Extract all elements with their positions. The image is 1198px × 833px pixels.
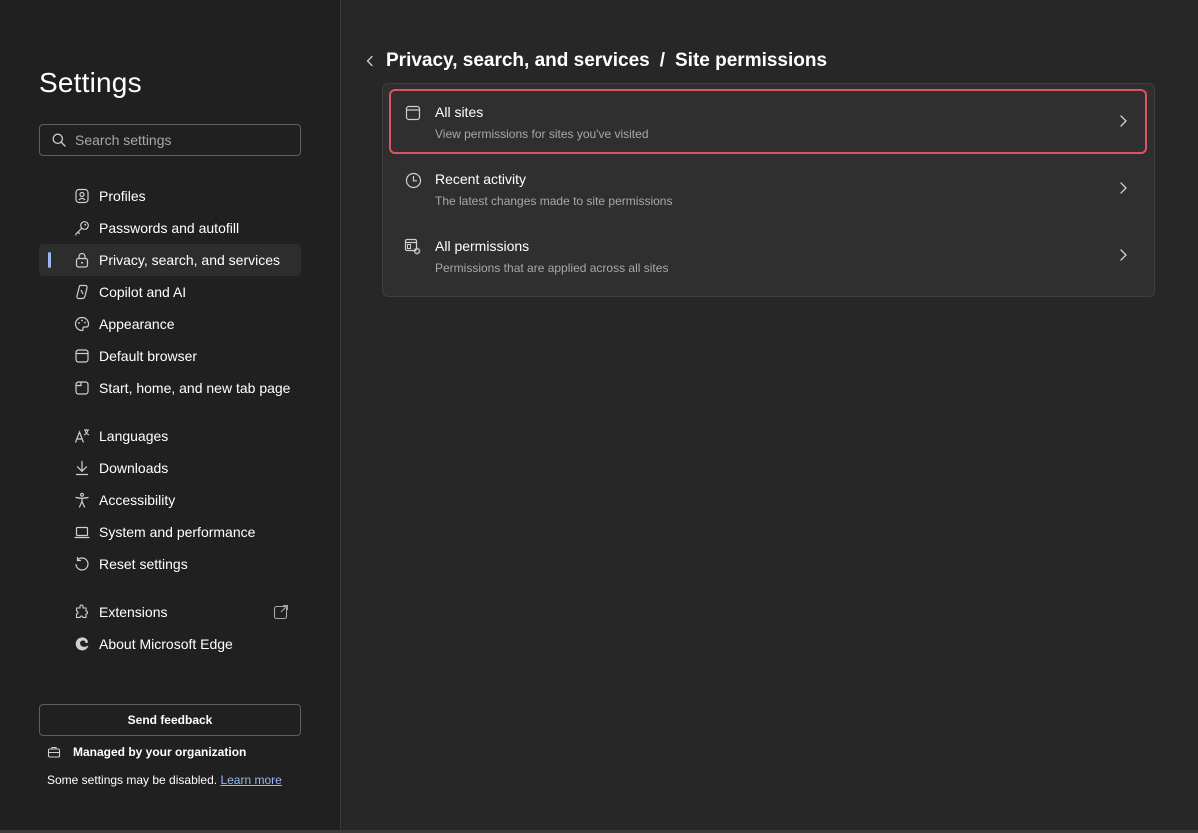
sidebar-item-label: About Microsoft Edge: [99, 636, 233, 652]
row-title: All sites: [435, 104, 484, 120]
copilot-icon: [74, 284, 90, 300]
clock-icon: [404, 171, 422, 189]
sidebar-item-label: Privacy, search, and services: [99, 252, 281, 268]
sidebar-item-about[interactable]: About Microsoft Edge: [39, 628, 301, 660]
site-icon: [404, 104, 422, 122]
back-button[interactable]: [362, 53, 378, 69]
sidebar-item-privacy[interactable]: Privacy, search, and services: [39, 244, 301, 276]
permissions-icon: [404, 238, 422, 256]
row-title: All permissions: [435, 238, 530, 254]
all-permissions-row[interactable]: All permissions Permissions that are app…: [383, 218, 1154, 285]
key-icon: [74, 220, 90, 236]
download-icon: [74, 460, 90, 476]
sidebar-item-label: System and performance: [99, 524, 256, 540]
chevron-right-icon: [1120, 182, 1127, 194]
row-description: View permissions for sites you've visite…: [435, 127, 649, 141]
sidebar-item-passwords[interactable]: Passwords and autofill: [39, 212, 301, 244]
sidebar-nav: Profiles Passwords and autofill Privacy,…: [39, 180, 301, 660]
breadcrumb-parent[interactable]: Privacy, search, and services: [386, 50, 650, 72]
search-box[interactable]: [39, 124, 301, 156]
highlight-outline: [389, 89, 1147, 154]
sidebar-item-label: Default browser: [99, 348, 198, 364]
all-sites-row[interactable]: All sites View permissions for sites you…: [383, 84, 1154, 154]
laptop-icon: [74, 524, 90, 540]
sidebar-item-reset[interactable]: Reset settings: [39, 548, 301, 580]
sidebar-item-downloads[interactable]: Downloads: [39, 452, 301, 484]
sidebar-item-appearance[interactable]: Appearance: [39, 308, 301, 340]
palette-icon: [74, 316, 90, 332]
lock-icon: [74, 252, 90, 268]
sidebar-item-label: Profiles: [99, 188, 146, 204]
sidebar-item-profiles[interactable]: Profiles: [39, 180, 301, 212]
sidebar-item-copilot[interactable]: Copilot and AI: [39, 276, 301, 308]
sidebar-item-label: Start, home, and new tab page: [99, 380, 291, 396]
sidebar-item-label: Appearance: [99, 316, 175, 332]
breadcrumb-separator: /: [659, 50, 665, 71]
sidebar-item-languages[interactable]: Languages: [39, 420, 301, 452]
learn-more-link[interactable]: Learn more: [220, 773, 281, 787]
reset-icon: [74, 556, 90, 572]
accessibility-icon: [74, 492, 90, 508]
sidebar-item-system[interactable]: System and performance: [39, 516, 301, 548]
puzzle-icon: [74, 604, 90, 620]
sidebar-item-label: Accessibility: [99, 492, 176, 508]
chevron-right-icon: [1120, 249, 1127, 261]
managed-notice: Managed by your organization: [47, 745, 246, 759]
search-icon: [51, 132, 67, 148]
home-tab-icon: [74, 380, 90, 396]
breadcrumb: Privacy, search, and services / Site per…: [362, 47, 827, 75]
browser-icon: [74, 348, 90, 364]
managed-label: Managed by your organization: [73, 745, 247, 759]
external-link-icon: [273, 604, 289, 620]
sidebar-item-label: Extensions: [99, 604, 168, 620]
nav-divider: [39, 404, 301, 420]
sidebar: Settings Profiles Passwords and autofill: [0, 0, 341, 830]
languages-icon: [74, 428, 90, 444]
row-description: The latest changes made to site permissi…: [435, 194, 673, 208]
nav-divider: [39, 580, 301, 596]
sidebar-item-accessibility[interactable]: Accessibility: [39, 484, 301, 516]
recent-activity-row[interactable]: Recent activity The latest changes made …: [383, 151, 1154, 218]
disabled-note: Some settings may be disabled. Learn mor…: [47, 773, 282, 787]
chevron-left-icon: [366, 55, 373, 67]
row-description: Permissions that are applied across all …: [435, 261, 669, 275]
send-feedback-button[interactable]: Send feedback: [39, 704, 301, 736]
sidebar-item-start-home[interactable]: Start, home, and new tab page: [39, 372, 301, 404]
sidebar-item-label: Passwords and autofill: [99, 220, 240, 236]
edge-icon: [74, 636, 90, 652]
disabled-note-text: Some settings may be disabled.: [47, 773, 218, 787]
chevron-right-icon: [1120, 115, 1127, 127]
profile-icon: [74, 188, 90, 204]
row-title: Recent activity: [435, 171, 527, 187]
sidebar-item-label: Languages: [99, 428, 169, 444]
sidebar-item-label: Downloads: [99, 460, 169, 476]
settings-window: Settings Profiles Passwords and autofill: [0, 0, 1198, 833]
sidebar-item-extensions[interactable]: Extensions: [39, 596, 301, 628]
page-title: Settings: [39, 67, 142, 98]
sidebar-item-label: Reset settings: [99, 556, 188, 572]
sidebar-item-default-browser[interactable]: Default browser: [39, 340, 301, 372]
sidebar-item-label: Copilot and AI: [99, 284, 187, 300]
breadcrumb-current: Site permissions: [675, 50, 828, 71]
permissions-card: All sites View permissions for sites you…: [382, 83, 1155, 297]
search-input[interactable]: [75, 132, 300, 148]
briefcase-icon: [47, 745, 61, 759]
